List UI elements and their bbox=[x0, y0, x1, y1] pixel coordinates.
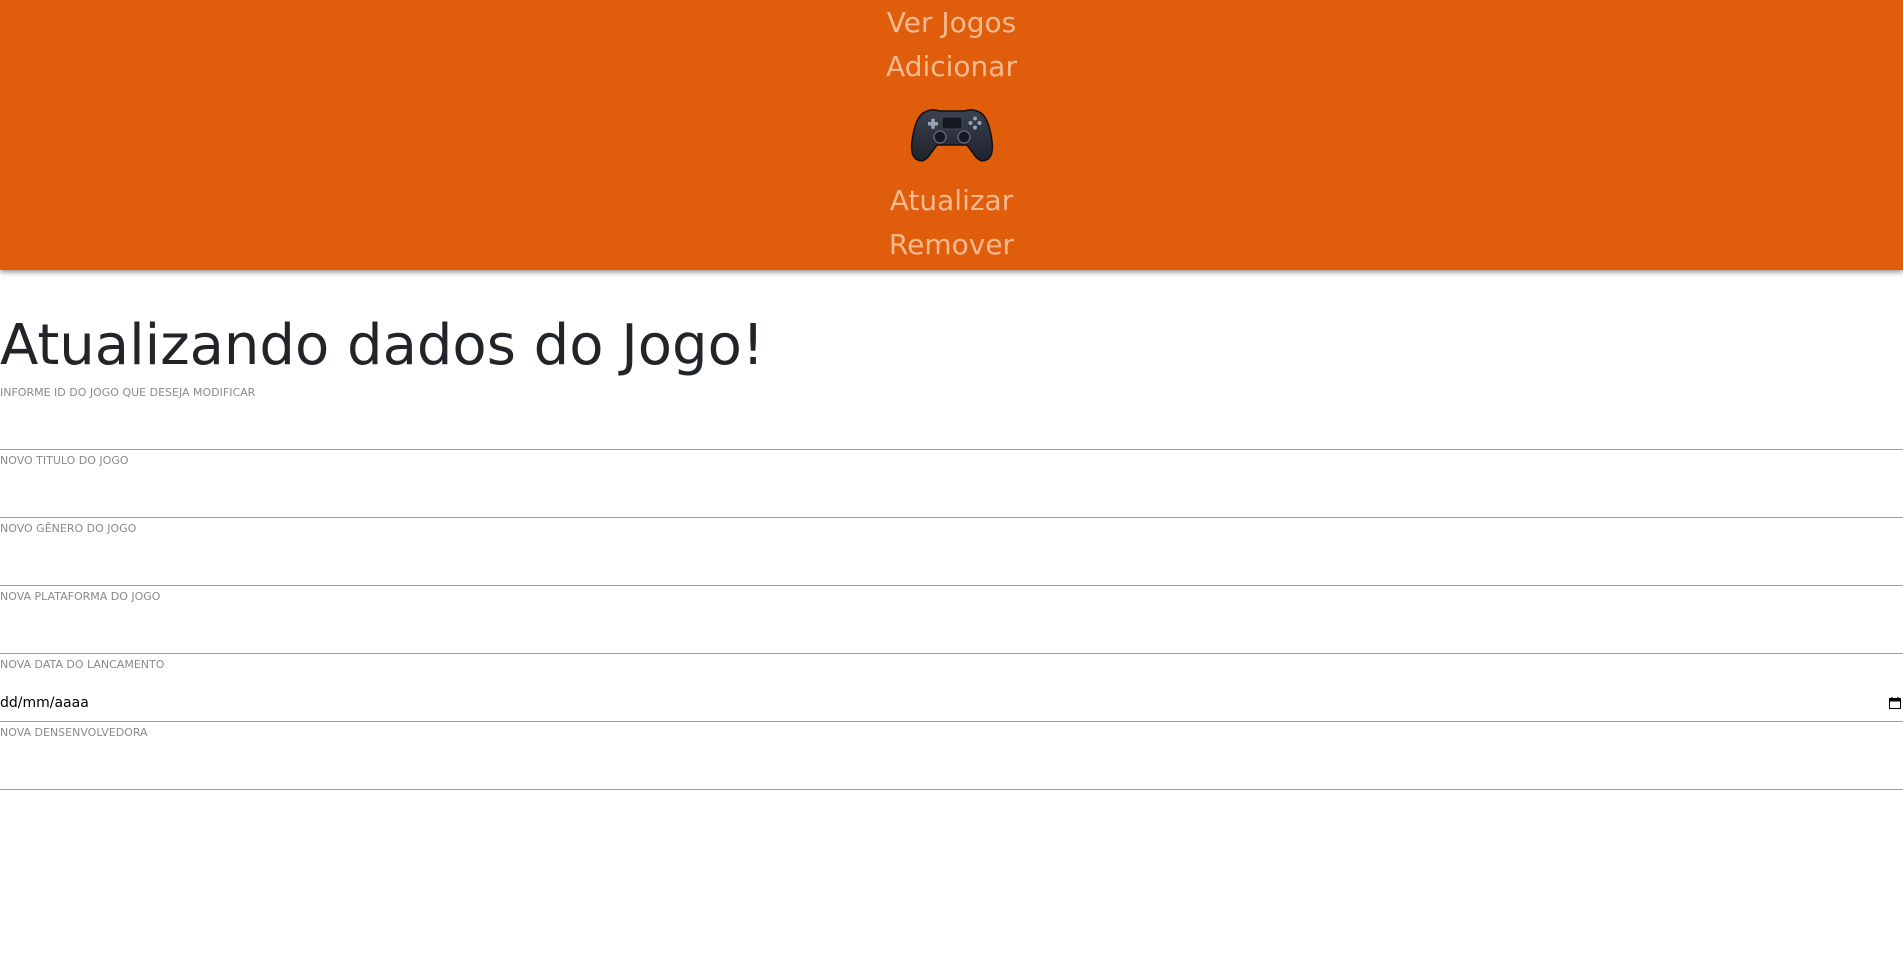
field-game-id: INFORME ID DO JOGO QUE DESEJA MODIFICAR bbox=[0, 382, 1903, 450]
nav-link-remover[interactable]: Remover bbox=[889, 223, 1014, 267]
field-label: NOVA DATA DO LANCAMENTO bbox=[0, 658, 165, 671]
gamepad-icon[interactable] bbox=[907, 99, 997, 169]
release-date-input[interactable]: dd/mm/aaaa bbox=[0, 695, 89, 711]
calendar-icon[interactable] bbox=[1889, 697, 1901, 709]
field-title: NOVO TITULO DO JOGO bbox=[0, 450, 1903, 518]
developer-input[interactable] bbox=[0, 755, 1903, 785]
field-label: INFORME ID DO JOGO QUE DESEJA MODIFICAR bbox=[0, 386, 256, 399]
field-platform: NOVA PLATAFORMA DO JOGO bbox=[0, 586, 1903, 654]
nav-link-ver-jogos[interactable]: Ver Jogos bbox=[887, 1, 1017, 45]
platform-input[interactable] bbox=[0, 619, 1903, 649]
field-release-date[interactable]: NOVA DATA DO LANCAMENTO dd/mm/aaaa bbox=[0, 654, 1903, 722]
page-title: Atualizando dados do Jogo! bbox=[0, 313, 765, 378]
field-label: NOVO GÊNERO DO JOGO bbox=[0, 522, 137, 535]
genre-input[interactable] bbox=[0, 551, 1903, 581]
nav-link-atualizar[interactable]: Atualizar bbox=[890, 179, 1013, 223]
main-content: Atualizando dados do Jogo! INFORME ID DO… bbox=[0, 310, 1903, 790]
field-genre: NOVO GÊNERO DO JOGO bbox=[0, 518, 1903, 586]
field-label: NOVO TITULO DO JOGO bbox=[0, 454, 129, 467]
title-input[interactable] bbox=[0, 483, 1903, 513]
game-id-input[interactable] bbox=[0, 415, 1903, 445]
field-developer: NOVA DENSENVOLVEDORA bbox=[0, 722, 1903, 790]
top-navbar: Ver Jogos Adicionar Atualizar Remover bbox=[0, 0, 1903, 270]
field-label: NOVA PLATAFORMA DO JOGO bbox=[0, 590, 161, 603]
nav-link-adicionar[interactable]: Adicionar bbox=[886, 45, 1017, 89]
update-game-form: INFORME ID DO JOGO QUE DESEJA MODIFICAR … bbox=[0, 382, 1903, 790]
field-label: NOVA DENSENVOLVEDORA bbox=[0, 726, 148, 739]
